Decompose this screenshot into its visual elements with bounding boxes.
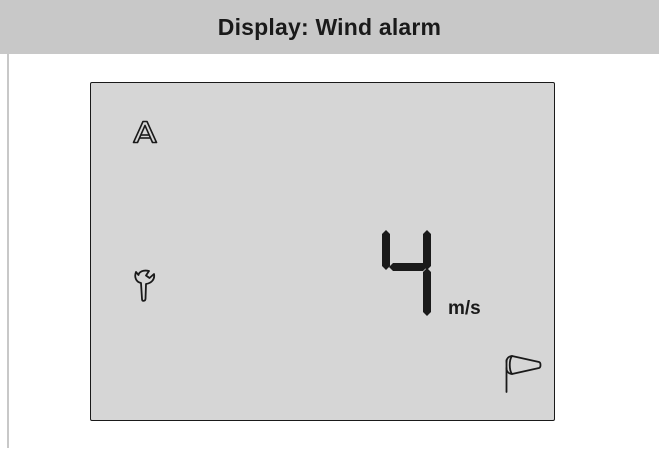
wrench-icon — [133, 269, 163, 303]
wind-unit-label: m/s — [448, 298, 481, 319]
wind-speed-digit: 4 — [379, 230, 437, 321]
lcd-display: 4 m/s — [90, 82, 555, 421]
left-divider — [7, 54, 9, 448]
auto-a-icon — [132, 120, 158, 144]
windsock-icon — [504, 354, 544, 394]
display-header: Display: Wind alarm — [0, 0, 659, 54]
page-title: Display: Wind alarm — [217, 13, 442, 40]
